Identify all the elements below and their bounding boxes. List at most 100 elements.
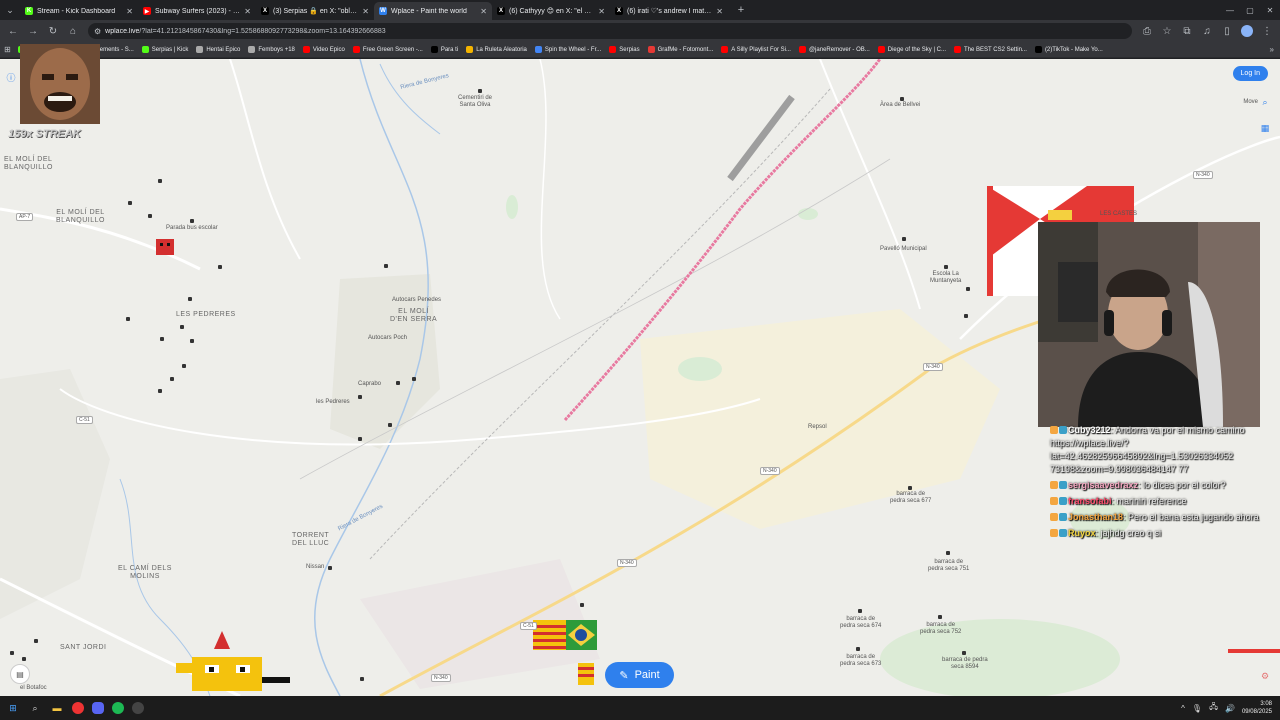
site-info-icon[interactable]: ⚙ — [94, 27, 101, 36]
settings-icon[interactable]: ⚙ — [1258, 671, 1272, 682]
map-pin[interactable] — [34, 639, 38, 643]
tab-search-icon[interactable]: ⌄ — [0, 0, 20, 20]
bookmark-item[interactable]: GrafMe - Fotomont... — [647, 46, 713, 53]
bookmark-item[interactable]: Hentai Epico — [196, 46, 240, 53]
bookmark-item[interactable]: Diege of the Sky | C... — [877, 46, 946, 53]
profile-button[interactable] — [1238, 22, 1256, 40]
spotify-icon[interactable] — [112, 702, 124, 714]
bookmark-item[interactable]: A Silly Playlist For Si... — [721, 46, 791, 53]
tab-close-icon[interactable]: ✕ — [598, 7, 605, 16]
bookmark-star-icon[interactable]: ☆ — [1158, 22, 1176, 40]
map-pin[interactable] — [946, 551, 950, 555]
tab-close-icon[interactable]: ✕ — [244, 7, 251, 16]
map-pin[interactable] — [964, 314, 968, 318]
map-pin[interactable] — [478, 89, 482, 93]
obs-icon[interactable] — [132, 702, 144, 714]
map-pin[interactable] — [190, 339, 194, 343]
media-icon[interactable]: ♫ — [1198, 22, 1216, 40]
map-pin[interactable] — [384, 264, 388, 268]
bookmark-item[interactable]: Serpias — [609, 46, 640, 53]
map-pin[interactable] — [160, 337, 164, 341]
browser-tab[interactable]: ▶ Subway Surfers (2023) - Gamep ✕ — [138, 2, 256, 20]
back-icon[interactable]: ← — [4, 22, 22, 40]
bookmark-item[interactable]: (2)TikTok - Make Yo... — [1034, 46, 1103, 53]
bookmark-item[interactable]: Spin the Wheel - Fr... — [534, 46, 601, 53]
tray-expand-icon[interactable]: ^ — [1181, 704, 1185, 713]
paint-button[interactable]: ✎ Paint — [605, 662, 674, 688]
map-pin[interactable] — [358, 395, 362, 399]
browser-tab[interactable]: X (6) irati ♡'s andrew I matching ✕ — [610, 2, 728, 20]
search-taskbar-icon[interactable]: ⌕ — [28, 701, 42, 715]
close-window-icon[interactable]: ✕ — [1260, 0, 1280, 20]
network-icon[interactable]: 🖧 — [1209, 701, 1218, 715]
volume-icon[interactable]: 🔊 — [1225, 704, 1235, 713]
map-pin[interactable] — [188, 297, 192, 301]
info-icon[interactable]: ⓘ — [4, 71, 18, 84]
more-bookmarks-icon[interactable]: » — [1270, 45, 1280, 54]
map-pin[interactable] — [962, 651, 966, 655]
microphone-icon[interactable]: 🎙 — [1192, 704, 1202, 713]
map-pin[interactable] — [902, 237, 906, 241]
map-pin[interactable] — [580, 603, 584, 607]
map-pin[interactable] — [180, 325, 184, 329]
map-pin[interactable] — [966, 287, 970, 291]
browser-tab[interactable]: W Wplace - Paint the world ✕ — [374, 2, 492, 20]
menu-icon[interactable]: ⋮ — [1258, 22, 1276, 40]
search-icon[interactable]: ⌕ — [1258, 97, 1272, 108]
file-explorer-icon[interactable]: ▬ — [50, 701, 64, 715]
map-pin[interactable] — [412, 377, 416, 381]
map-pin[interactable] — [328, 566, 332, 570]
bookmark-item[interactable]: Serpias | Kick — [141, 46, 188, 53]
start-icon[interactable]: ⊞ — [6, 701, 20, 715]
bookmark-item[interactable]: @janeRemover - OB... — [798, 46, 870, 53]
browser-tab[interactable]: K Stream - Kick Dashboard ✕ — [20, 2, 138, 20]
home-icon[interactable]: ⌂ — [64, 22, 82, 40]
map-pin[interactable] — [148, 214, 152, 218]
leaderboard-icon[interactable]: ▦ — [1258, 123, 1272, 134]
map-pin[interactable] — [858, 609, 862, 613]
clock[interactable]: 3:08 09/08/2025 — [1242, 700, 1272, 716]
map-pin[interactable] — [218, 265, 222, 269]
tab-close-icon[interactable]: ✕ — [716, 7, 723, 16]
map-pin[interactable] — [10, 651, 14, 655]
map-pin[interactable] — [128, 201, 132, 205]
new-tab-button[interactable]: + — [734, 4, 748, 16]
map-pin[interactable] — [396, 381, 400, 385]
map-pin[interactable] — [900, 97, 904, 101]
tab-close-icon[interactable]: ✕ — [480, 7, 487, 16]
browser-tab[interactable]: X (3) Serpias 🔒 en X: "obligado a ✕ — [256, 2, 374, 20]
tab-close-icon[interactable]: ✕ — [362, 7, 369, 16]
map-pin[interactable] — [938, 615, 942, 619]
side-panel-icon[interactable]: ▯ — [1218, 22, 1236, 40]
layers-icon[interactable]: ▤ — [10, 664, 30, 684]
map-pin[interactable] — [182, 364, 186, 368]
map-pin[interactable] — [170, 377, 174, 381]
reload-icon[interactable]: ↻ — [44, 22, 62, 40]
map-pin[interactable] — [126, 317, 130, 321]
map-pin[interactable] — [158, 179, 162, 183]
forward-icon[interactable]: → — [24, 22, 42, 40]
bookmark-item[interactable]: Video Epico — [302, 46, 345, 53]
bookmark-item[interactable]: The BEST CS2 Settin... — [954, 46, 1027, 53]
address-bar[interactable]: ⚙ wplace.live/?lat=41.2121845867430&lng=… — [88, 23, 1132, 39]
tab-close-icon[interactable]: ✕ — [126, 7, 133, 16]
map-pin[interactable] — [388, 423, 392, 427]
minimize-icon[interactable]: — — [1220, 0, 1240, 20]
chrome-icon[interactable] — [72, 702, 84, 714]
map-pin[interactable] — [856, 647, 860, 651]
bookmark-item[interactable]: Free Green Screen -... — [352, 46, 423, 53]
browser-tab[interactable]: X (6) Cathyyy 😊 en X: "el ansied ✕ — [492, 2, 610, 20]
install-icon[interactable]: ⎙ — [1138, 22, 1156, 40]
map-pin[interactable] — [944, 265, 948, 269]
map-pin[interactable] — [360, 677, 364, 681]
bookmark-item[interactable]: La Ruleta Aleatoria — [466, 46, 527, 53]
extensions-icon[interactable]: ⧉ — [1178, 22, 1196, 40]
bookmark-item[interactable]: Para ti — [430, 46, 458, 53]
map-pin[interactable] — [908, 486, 912, 490]
map-pin[interactable] — [158, 389, 162, 393]
map-pin[interactable] — [190, 219, 194, 223]
discord-icon[interactable] — [92, 702, 104, 714]
bookmark-item[interactable]: Femboys +18 — [248, 46, 295, 53]
apps-icon[interactable]: ⊞ — [4, 45, 11, 54]
map-pin[interactable] — [22, 657, 26, 661]
